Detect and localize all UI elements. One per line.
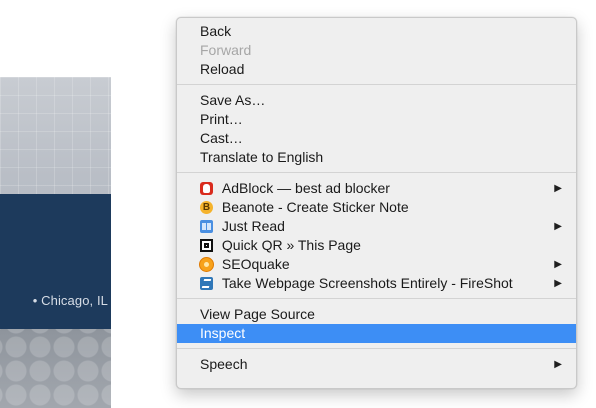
menu-item-back[interactable]: Back — [177, 22, 576, 41]
menu-item-label: Inspect — [200, 325, 246, 341]
submenu-arrow-icon: ▶ — [554, 359, 562, 370]
submenu-arrow-icon: ▶ — [554, 278, 562, 289]
menu-item-adblock[interactable]: AdBlock — best ad blocker ▶ — [177, 179, 576, 198]
beanote-icon: B — [200, 201, 213, 214]
page-banner — [0, 194, 111, 329]
menu-separator — [177, 172, 576, 173]
menu-item-label: Take Webpage Screenshots Entirely - Fire… — [221, 275, 513, 291]
menu-item-label: AdBlock — best ad blocker — [221, 180, 390, 196]
context-menu: Back Forward Reload Save As… Print… Cast… — [176, 17, 577, 389]
menu-item-label: Quick QR » This Page — [221, 237, 361, 253]
menu-separator — [177, 298, 576, 299]
menu-item-label: Reload — [200, 61, 245, 77]
menu-item-speech[interactable]: Speech ▶ — [177, 355, 576, 374]
screen: • Chicago, IL Back Forward Reload Save A… — [0, 0, 596, 408]
menu-item-print[interactable]: Print… — [177, 110, 576, 129]
menu-item-label: Translate to English — [200, 149, 324, 165]
menu-item-label: Speech — [200, 356, 248, 372]
menu-item-label: Save As… — [200, 92, 266, 108]
menu-item-cast[interactable]: Cast… — [177, 129, 576, 148]
qr-code-icon — [200, 239, 213, 252]
submenu-arrow-icon: ▶ — [554, 259, 562, 270]
just-read-icon — [200, 220, 213, 233]
menu-item-label: Cast… — [200, 130, 243, 146]
menu-item-label: Forward — [200, 42, 252, 58]
seoquake-icon — [200, 258, 213, 271]
menu-item-just-read[interactable]: Just Read ▶ — [177, 217, 576, 236]
menu-item-view-page-source[interactable]: View Page Source — [177, 305, 576, 324]
menu-item-label: Back — [200, 23, 232, 39]
menu-separator — [177, 84, 576, 85]
menu-item-label: View Page Source — [200, 306, 315, 322]
menu-item-label: Beanote - Create Sticker Note — [221, 199, 409, 215]
menu-item-beanote[interactable]: B Beanote - Create Sticker Note — [177, 198, 576, 217]
submenu-arrow-icon: ▶ — [554, 221, 562, 232]
menu-item-label: SEOquake — [221, 256, 290, 272]
location-text: • Chicago, IL — [32, 293, 108, 308]
adblock-icon — [200, 182, 213, 195]
webpage-background-image: • Chicago, IL — [0, 77, 111, 408]
menu-item-translate[interactable]: Translate to English — [177, 148, 576, 167]
fireshot-icon — [200, 277, 213, 290]
menu-item-forward: Forward — [177, 41, 576, 60]
menu-item-save-as[interactable]: Save As… — [177, 91, 576, 110]
menu-item-quick-qr[interactable]: Quick QR » This Page — [177, 236, 576, 255]
menu-separator — [177, 348, 576, 349]
menu-item-label: Print… — [200, 111, 243, 127]
menu-item-label: Just Read — [221, 218, 285, 234]
menu-item-inspect[interactable]: Inspect — [177, 324, 576, 343]
menu-item-fireshot[interactable]: Take Webpage Screenshots Entirely - Fire… — [177, 274, 576, 293]
menu-item-reload[interactable]: Reload — [177, 60, 576, 79]
submenu-arrow-icon: ▶ — [554, 183, 562, 194]
menu-item-seoquake[interactable]: SEOquake ▶ — [177, 255, 576, 274]
background-pattern — [0, 329, 111, 408]
